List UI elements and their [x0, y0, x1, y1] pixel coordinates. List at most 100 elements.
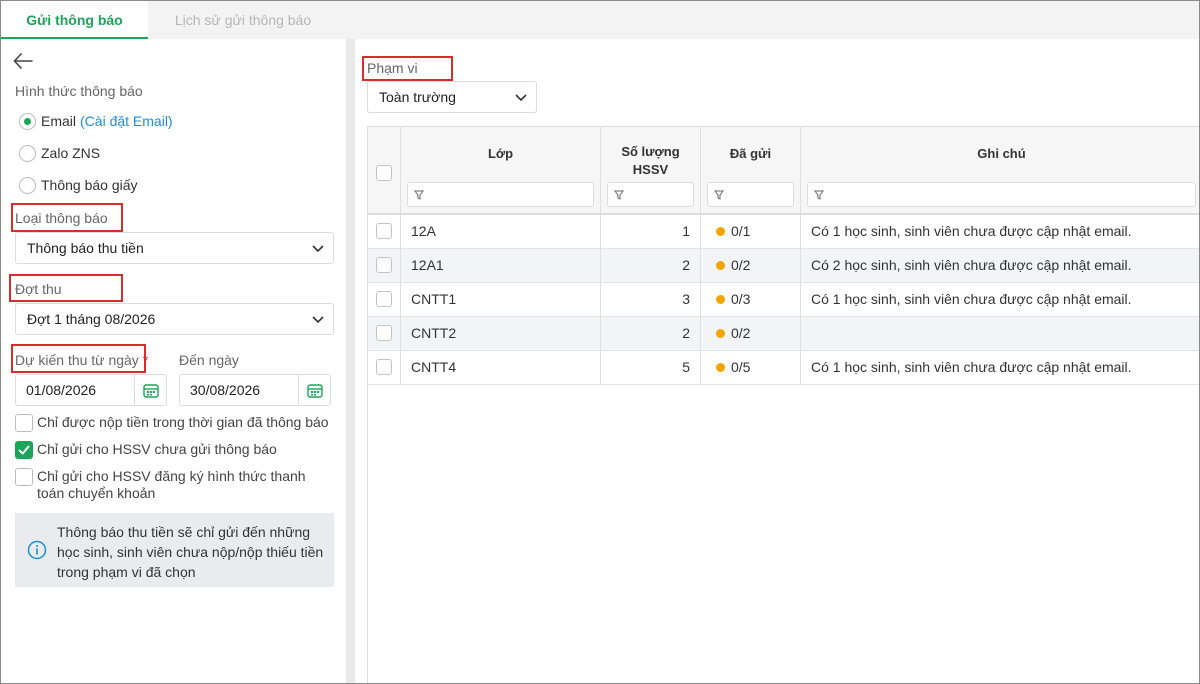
to-date-field[interactable]: 30/08/2026 [179, 374, 331, 406]
cell-sent-value: 0/3 [731, 291, 751, 307]
scope-label: Phạm vi [367, 60, 418, 76]
column-title-line: Số lượng [621, 144, 680, 159]
table-row[interactable]: 12A 1 0/1 Có 1 học sinh, sinh viên chưa … [368, 215, 1199, 249]
app-window: Gửi thông báo Lịch sử gửi thông báo Hình… [0, 0, 1200, 684]
option-label: Chỉ gửi cho HSSV đăng ký hình thức thanh… [37, 468, 306, 501]
cell-class: 12A [401, 215, 601, 249]
row-checkbox-cell [368, 351, 401, 385]
notify-type-select[interactable]: Thông báo thu tiền [15, 232, 334, 264]
cell-count: 2 [601, 317, 701, 351]
row-checkbox[interactable] [376, 325, 392, 341]
from-date-label-text: Dự kiến thu từ ngày [15, 352, 139, 368]
row-checkbox[interactable] [376, 223, 392, 239]
filter-icon [614, 190, 624, 200]
scope-value: Toàn trường [379, 89, 456, 105]
cell-sent-value: 0/5 [731, 359, 751, 375]
radio-dot[interactable] [19, 144, 36, 162]
cell-class: 12A1 [401, 249, 601, 283]
class-table: Lớp Số lượng HSSV Đã gửi Ghi chú 12A 1 0… [367, 126, 1199, 683]
option-only-unsent[interactable]: Chỉ gửi cho HSSV chưa gửi thông báo [15, 441, 335, 459]
filter-icon [714, 190, 724, 200]
filter-input[interactable] [607, 182, 694, 207]
option-only-bank-transfer[interactable]: Chỉ gửi cho HSSV đăng ký hình thức thanh… [15, 468, 335, 502]
panel-divider[interactable] [346, 39, 355, 683]
period-value: Đợt 1 tháng 08/2026 [27, 311, 156, 327]
filter-icon [414, 190, 424, 200]
settings-panel: Hình thức thông báo Email (Cài đặt Email… [1, 39, 346, 683]
cell-note [801, 317, 1199, 351]
back-arrow-icon[interactable] [13, 53, 33, 69]
radio-dot[interactable] [19, 176, 36, 194]
radio-zalo-zns[interactable]: Zalo ZNS [19, 143, 100, 163]
status-dot [716, 227, 725, 236]
cell-sent-value: 0/1 [731, 223, 751, 239]
status-dot [716, 363, 725, 372]
scope-select[interactable]: Toàn trường [367, 81, 537, 113]
table-row[interactable]: CNTT2 2 0/2 [368, 317, 1199, 351]
header-select-all [368, 127, 401, 215]
cell-class: CNTT2 [401, 317, 601, 351]
column-header-note: Ghi chú [801, 127, 1199, 215]
column-title-line: HSSV [632, 162, 669, 177]
cell-note: Có 1 học sinh, sinh viên chưa được cập n… [801, 283, 1199, 317]
status-dot [716, 295, 725, 304]
radio-email[interactable]: Email (Cài đặt Email) [19, 111, 173, 131]
to-date-value: 30/08/2026 [190, 382, 261, 398]
radio-dot[interactable] [19, 112, 36, 130]
checkbox-checked[interactable] [15, 441, 33, 459]
option-label: Chỉ gửi cho HSSV chưa gửi thông báo [37, 441, 277, 457]
notify-method-label: Hình thức thông báo [15, 83, 143, 99]
row-checkbox-cell [368, 249, 401, 283]
cell-sent: 0/2 [701, 249, 801, 283]
option-pay-within-period[interactable]: Chỉ được nộp tiền trong thời gian đã thô… [15, 414, 335, 432]
table-row[interactable]: CNTT1 3 0/3 Có 1 học sinh, sinh viên chư… [368, 283, 1199, 317]
row-checkbox-cell [368, 283, 401, 317]
calendar-icon[interactable] [134, 375, 166, 405]
tab-notification-history[interactable]: Lịch sử gửi thông báo [148, 1, 338, 39]
cell-count: 5 [601, 351, 701, 385]
to-date-label: Đến ngày [179, 352, 239, 368]
required-mark: * [142, 352, 149, 368]
option-label: Chỉ được nộp tiền trong thời gian đã thô… [37, 414, 329, 430]
chevron-down-icon [312, 316, 324, 324]
select-all-checkbox[interactable] [376, 165, 392, 181]
row-checkbox-cell [368, 215, 401, 249]
table-row[interactable]: CNTT4 5 0/5 Có 1 học sinh, sinh viên chư… [368, 351, 1199, 385]
tab-send-notification[interactable]: Gửi thông báo [1, 1, 148, 39]
filter-input[interactable] [707, 182, 794, 207]
from-date-field[interactable]: 01/08/2026 [15, 374, 167, 406]
tab-bar: Gửi thông báo Lịch sử gửi thông báo [1, 1, 1199, 39]
radio-paper-notice[interactable]: Thông báo giấy [19, 175, 138, 195]
row-checkbox[interactable] [376, 291, 392, 307]
column-header-class: Lớp [401, 127, 601, 215]
chevron-down-icon [515, 94, 527, 102]
info-box: Thông báo thu tiền sẽ chỉ gửi đến những … [15, 513, 334, 587]
filter-input[interactable] [407, 182, 594, 207]
period-select[interactable]: Đợt 1 tháng 08/2026 [15, 303, 334, 335]
radio-paper-label: Thông báo giấy [41, 177, 138, 193]
period-label: Đợt thu [15, 281, 62, 297]
cell-note: Có 2 học sinh, sinh viên chưa được cập n… [801, 249, 1199, 283]
filter-input[interactable] [807, 182, 1196, 207]
email-settings-link[interactable]: (Cài đặt Email) [80, 113, 173, 129]
checkbox[interactable] [15, 468, 33, 486]
info-icon [27, 540, 47, 560]
radio-email-label: Email [41, 113, 77, 129]
cell-sent-value: 0/2 [731, 325, 751, 341]
cell-class: CNTT4 [401, 351, 601, 385]
cell-note: Có 1 học sinh, sinh viên chưa được cập n… [801, 215, 1199, 249]
cell-sent-value: 0/2 [731, 257, 751, 273]
table-row[interactable]: 12A1 2 0/2 Có 2 học sinh, sinh viên chưa… [368, 249, 1199, 283]
cell-count: 3 [601, 283, 701, 317]
cell-count: 2 [601, 249, 701, 283]
row-checkbox[interactable] [376, 257, 392, 273]
checkbox[interactable] [15, 414, 33, 432]
cell-count: 1 [601, 215, 701, 249]
chevron-down-icon [312, 245, 324, 253]
check-icon [18, 445, 30, 455]
column-title: Số lượng HSSV [601, 143, 700, 179]
from-date-label: Dự kiến thu từ ngày * [15, 352, 148, 368]
row-checkbox[interactable] [376, 359, 392, 375]
calendar-icon[interactable] [298, 375, 330, 405]
column-header-count: Số lượng HSSV [601, 127, 701, 215]
